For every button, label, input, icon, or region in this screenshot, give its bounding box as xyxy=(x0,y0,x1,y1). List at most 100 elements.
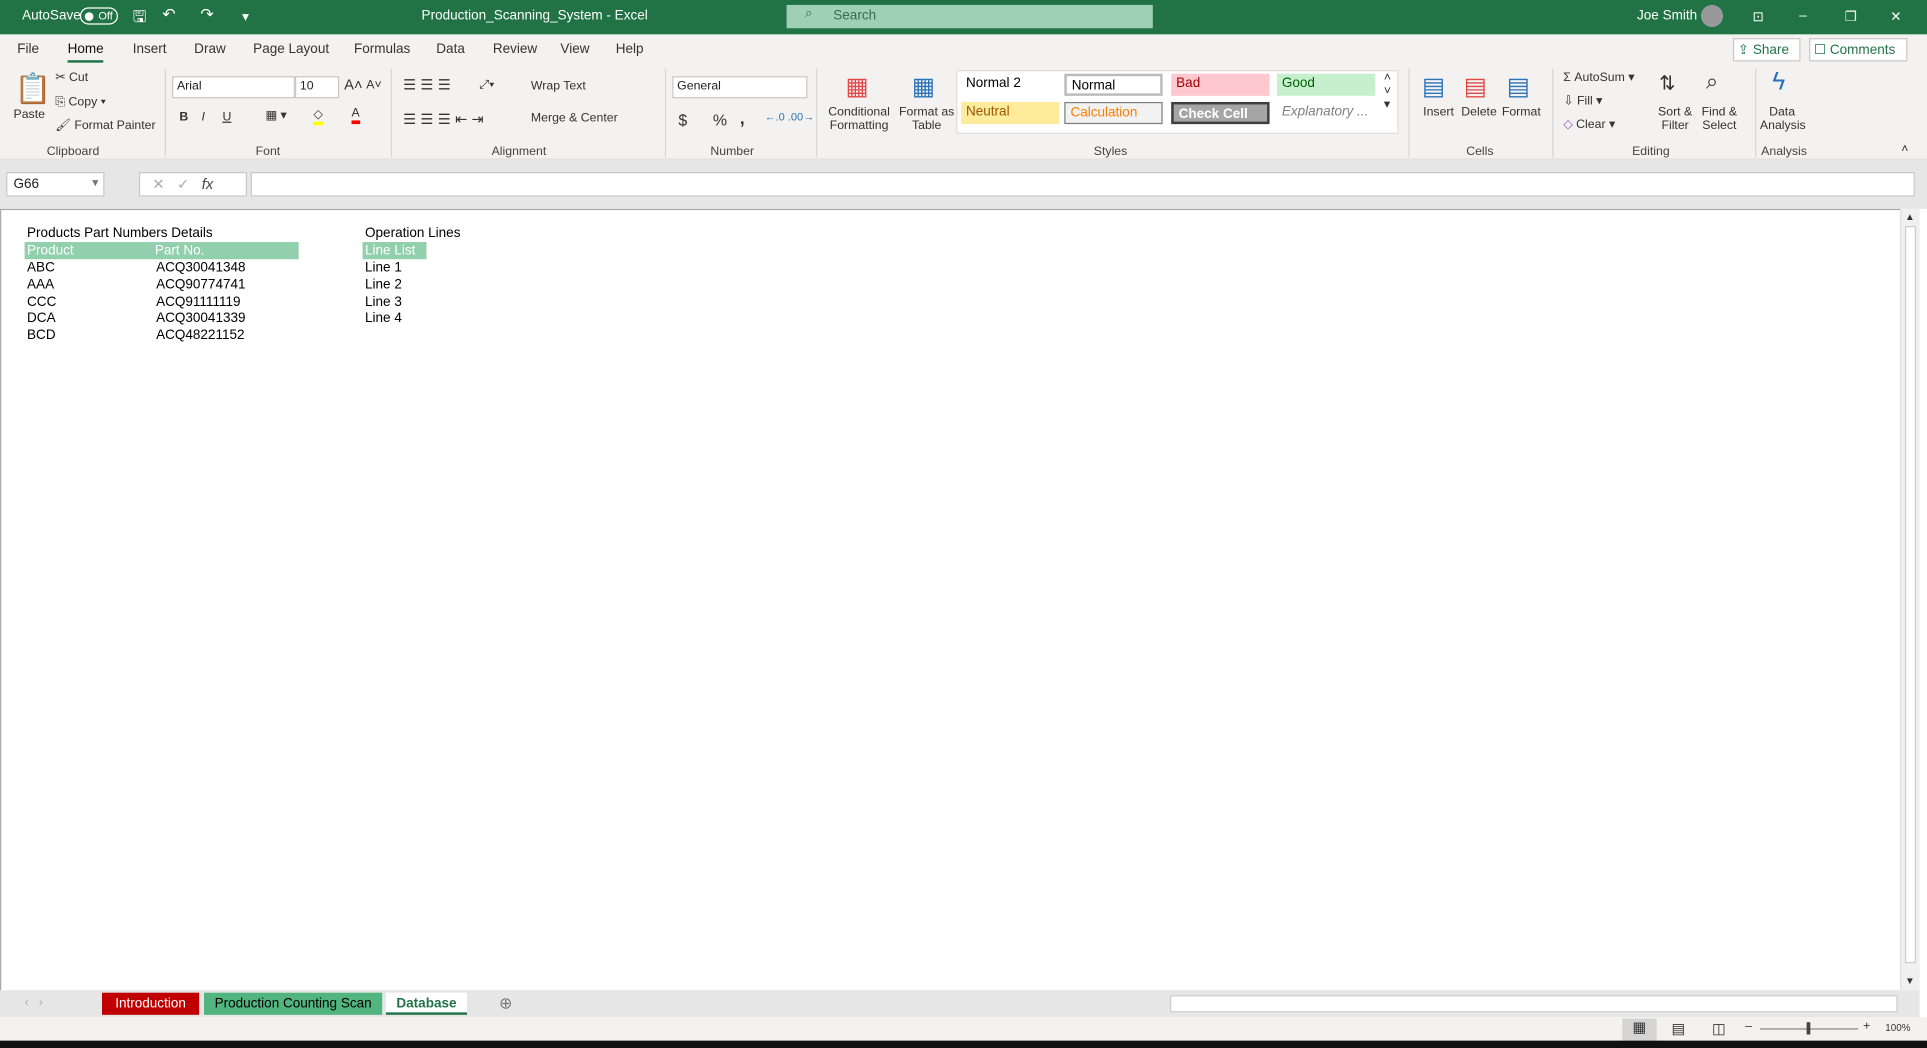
style-calculation[interactable]: Calculation xyxy=(1064,101,1163,125)
delete-cells-icon[interactable]: ▤ xyxy=(1464,71,1487,102)
data-analysis-icon[interactable]: ϟ xyxy=(1772,69,1785,97)
scroll-thumb[interactable] xyxy=(1904,226,1917,964)
name-box[interactable]: G66 xyxy=(6,172,105,197)
style-explanatory[interactable]: Explanatory ... xyxy=(1276,101,1376,125)
horizontal-scrollbar[interactable] xyxy=(1170,995,1898,1013)
normal-view-icon[interactable]: ▦ xyxy=(1622,1018,1657,1041)
orientation-icon[interactable]: ⤢▾ xyxy=(479,79,494,93)
lines-title[interactable]: Operation Lines xyxy=(365,225,460,242)
number-format-select[interactable]: General xyxy=(672,76,808,99)
tab-home[interactable]: Home xyxy=(67,42,105,63)
header-line-list[interactable]: Line List xyxy=(362,242,427,260)
tab-formulas[interactable]: Formulas xyxy=(354,42,410,57)
font-color-icon[interactable]: A xyxy=(351,107,360,125)
sort-filter-icon[interactable]: ⇅ xyxy=(1659,71,1675,96)
products-header-row[interactable]: Product Part No. xyxy=(24,242,299,260)
zoom-slider-thumb[interactable] xyxy=(1806,1022,1811,1035)
format-as-table-button[interactable]: Format as Table xyxy=(898,106,955,133)
style-normal[interactable]: Normal xyxy=(1064,73,1163,96)
enter-icon[interactable]: ✓ xyxy=(177,176,189,193)
undo-icon[interactable]: ↶ xyxy=(162,5,175,25)
insert-cells-icon[interactable]: ▤ xyxy=(1422,71,1445,102)
sheet-tab-database[interactable]: Database xyxy=(385,992,468,1015)
autosum-button[interactable]: Σ AutoSum ▾ xyxy=(1563,71,1634,85)
conditional-formatting-icon[interactable]: ▦ xyxy=(846,71,869,102)
name-box-dropdown-icon[interactable]: ▾ xyxy=(92,177,98,191)
line-cell[interactable]: Line 4 xyxy=(365,310,402,327)
part-number-cell[interactable]: ACQ30041339 xyxy=(156,310,245,327)
format-cells-icon[interactable]: ▤ xyxy=(1507,71,1530,102)
collapse-ribbon-icon[interactable]: ˄ xyxy=(1901,143,1908,157)
product-cell[interactable]: AAA xyxy=(27,276,54,293)
scroll-down-icon[interactable]: ▼ xyxy=(1905,976,1915,987)
part-number-cell[interactable]: ACQ48221152 xyxy=(156,327,244,344)
close-icon[interactable]: ✕ xyxy=(1890,9,1901,25)
comments-button[interactable]: ☐ Comments xyxy=(1809,38,1908,62)
worksheet-grid[interactable]: Products Part Numbers Details Product Pa… xyxy=(0,208,1901,991)
share-button[interactable]: ⇪ Share xyxy=(1732,38,1801,62)
clear-button[interactable]: ◇ Clear ▾ xyxy=(1563,118,1615,132)
cancel-icon[interactable]: ✕ xyxy=(152,176,164,193)
tab-insert[interactable]: Insert xyxy=(133,42,167,57)
zoom-out-icon[interactable]: – xyxy=(1745,1020,1752,1034)
decimal-buttons-icon[interactable]: ←.0 .00→ xyxy=(764,111,814,123)
tab-draw[interactable]: Draw xyxy=(194,42,226,57)
find-select-button[interactable]: Find & Select xyxy=(1698,106,1740,133)
cut-button[interactable]: ✂ Cut xyxy=(55,71,88,85)
redo-icon[interactable]: ↷ xyxy=(200,5,213,25)
tab-page-layout[interactable]: Page Layout xyxy=(253,42,329,57)
formula-input[interactable] xyxy=(250,172,1915,197)
scroll-up-icon[interactable]: ▲ xyxy=(1905,211,1915,222)
borders-icon[interactable]: ▦ ▾ xyxy=(265,109,286,123)
line-cell[interactable]: Line 2 xyxy=(365,276,402,293)
sheet-tab-introduction[interactable]: Introduction xyxy=(102,992,200,1015)
minimize-icon[interactable]: – xyxy=(1799,9,1807,24)
page-break-view-icon[interactable]: ◫ xyxy=(1712,1020,1726,1037)
part-number-cell[interactable]: ACQ30041348 xyxy=(156,259,245,276)
style-good[interactable]: Good xyxy=(1276,73,1376,96)
ribbon-display-icon[interactable]: ⊡ xyxy=(1753,9,1764,25)
sheet-tab-production-counting-scan[interactable]: Production Counting Scan xyxy=(204,992,383,1015)
product-cell[interactable]: BCD xyxy=(27,327,56,344)
prev-sheet-icon[interactable]: ‹ › xyxy=(25,996,43,1010)
part-number-cell[interactable]: ACQ91111119 xyxy=(156,293,240,310)
font-name-select[interactable]: Arial xyxy=(172,76,295,99)
comma-button[interactable]: , xyxy=(740,108,745,128)
gallery-scroll-icon[interactable]: ˄ ˅ ▾ xyxy=(1384,71,1391,112)
autosave-toggle[interactable]: Off xyxy=(79,7,118,25)
format-as-table-icon[interactable]: ▦ xyxy=(912,71,935,102)
add-sheet-icon[interactable]: ⊕ xyxy=(499,994,512,1014)
tab-file[interactable]: File xyxy=(17,42,39,57)
italic-button[interactable]: I xyxy=(202,111,205,125)
currency-button[interactable]: $ xyxy=(678,111,687,129)
format-painter-button[interactable]: 🖌 Format Painter xyxy=(55,119,155,133)
insert-function-icon[interactable]: fx xyxy=(202,176,213,193)
products-title[interactable]: Products Part Numbers Details xyxy=(27,225,213,242)
user-name[interactable]: Joe Smith xyxy=(1637,9,1697,24)
style-normal-2[interactable]: Normal 2 xyxy=(961,73,1060,96)
tab-help[interactable]: Help xyxy=(616,42,644,57)
fill-color-icon[interactable]: ◇ xyxy=(313,108,323,126)
format-button[interactable]: Format xyxy=(1502,106,1541,120)
style-bad[interactable]: Bad xyxy=(1171,73,1270,96)
search-input[interactable]: Search xyxy=(786,4,1153,29)
tab-review[interactable]: Review xyxy=(493,42,537,57)
increase-font-icon[interactable]: A˄ xyxy=(344,76,362,93)
bold-button[interactable]: B xyxy=(179,111,188,125)
restore-icon[interactable]: ❐ xyxy=(1845,9,1857,25)
part-number-cell[interactable]: ACQ90774741 xyxy=(156,276,245,293)
line-cell[interactable]: Line 3 xyxy=(365,293,402,310)
zoom-level[interactable]: 100% xyxy=(1885,1022,1910,1033)
save-icon[interactable]: 🖫 xyxy=(133,6,147,33)
delete-button[interactable]: Delete xyxy=(1461,106,1497,120)
customize-qat-icon[interactable]: ▾ xyxy=(242,9,249,25)
copy-button[interactable]: ⎘ Copy ▾ xyxy=(55,96,106,110)
tab-data[interactable]: Data xyxy=(436,42,465,57)
underline-button[interactable]: U xyxy=(222,111,231,125)
line-cell[interactable]: Line 1 xyxy=(365,259,402,276)
merge-center-button[interactable]: Merge & Center xyxy=(531,112,618,126)
product-cell[interactable]: DCA xyxy=(27,310,56,327)
decrease-font-icon[interactable]: A˅ xyxy=(366,79,381,93)
fill-button[interactable]: ⇩ Fill ▾ xyxy=(1563,95,1602,109)
zoom-in-icon[interactable]: + xyxy=(1863,1020,1870,1034)
